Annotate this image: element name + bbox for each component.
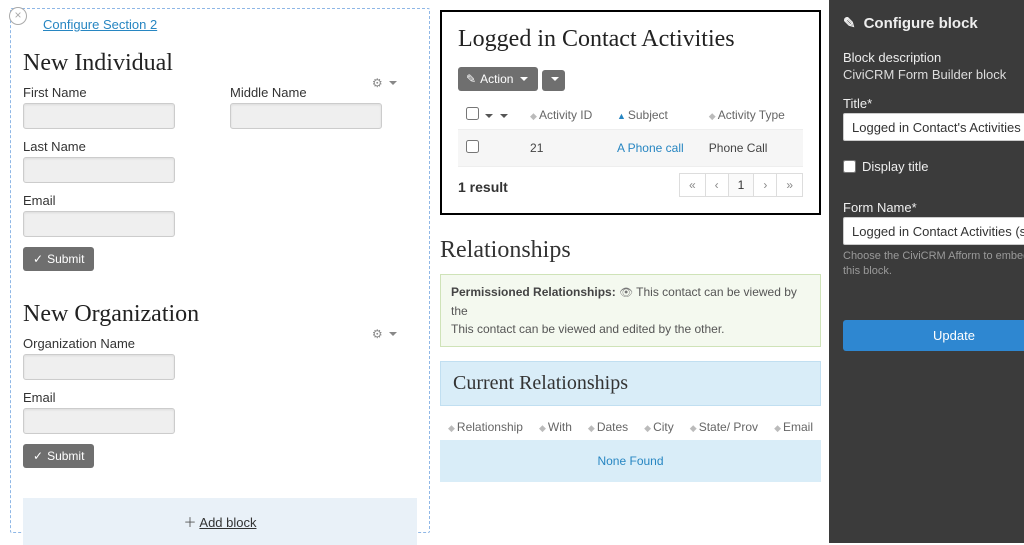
col-dates[interactable]: ◆Dates (580, 414, 636, 440)
org-name-label: Organization Name (23, 336, 417, 351)
ind-email-input[interactable] (23, 211, 175, 237)
last-name-input[interactable] (23, 157, 175, 183)
page-next[interactable]: › (753, 173, 777, 197)
middle-name-input[interactable] (230, 103, 382, 129)
update-button[interactable]: Update (843, 320, 1024, 351)
form-name-label: Form Name* (843, 200, 1024, 215)
ind-email-label: Email (23, 193, 417, 208)
cell-activity-type: Phone Call (701, 130, 803, 167)
activities-block: Logged in Contact Activities ✎ Action ◆A… (440, 10, 821, 215)
panel-title: Configure block (864, 15, 978, 32)
action-button[interactable]: ✎ Action (458, 67, 538, 91)
col-city[interactable]: ◆City (636, 414, 682, 440)
cell-subject-link[interactable]: A Phone call (617, 141, 684, 155)
org-name-input[interactable] (23, 354, 175, 380)
perm-line2: This contact can be viewed and edited by… (451, 322, 725, 336)
eye-icon: 👁 (619, 287, 633, 299)
org-email-label: Email (23, 390, 417, 405)
permissioned-relationships-box: Permissioned Relationships: 👁 This conta… (440, 274, 821, 347)
new-individual-title: New Individual (23, 50, 417, 77)
gear-icon[interactable]: ⚙ (372, 327, 397, 341)
col-email[interactable]: ◆Email (766, 414, 821, 440)
relationships-title: Relationships (440, 237, 821, 264)
add-block-bar[interactable]: ＋ Add block (23, 498, 417, 545)
col-activity-id[interactable]: ◆Activity ID (522, 101, 609, 130)
new-organization-title: New Organization (23, 301, 417, 328)
rel-header-row: ◆Relationship ◆With ◆Dates ◆City ◆State/… (440, 414, 821, 440)
select-all-checkbox[interactable] (466, 107, 479, 120)
title-input[interactable] (843, 113, 1024, 141)
col-state[interactable]: ◆State/ Prov (682, 414, 766, 440)
display-title-label: Display title (862, 159, 928, 174)
form-name-help: Choose the CiviCRM Afform to embed for t… (843, 249, 1024, 280)
first-name-label: First Name (23, 85, 210, 100)
org-submit-button[interactable]: ✓ Submit (23, 444, 94, 468)
configure-block-panel: ✎ Configure block ✕ Block description Ci… (829, 0, 1024, 543)
table-header-row: ◆Activity ID ▲Subject ◆Activity Type (458, 101, 803, 130)
form-name-select[interactable] (843, 217, 1024, 245)
row-checkbox[interactable] (466, 140, 479, 153)
ind-submit-button[interactable]: ✓ Submit (23, 247, 94, 271)
col-with[interactable]: ◆With (531, 414, 580, 440)
gear-icon[interactable]: ⚙ (372, 76, 397, 90)
activities-title: Logged in Contact Activities (458, 26, 803, 53)
close-section-icon[interactable]: × (9, 7, 27, 25)
last-name-label: Last Name (23, 139, 417, 154)
block-description-label: Block description (843, 50, 1024, 65)
table-row: 21 A Phone call Phone Call (458, 130, 803, 167)
activities-table: ◆Activity ID ▲Subject ◆Activity Type 21 … (458, 101, 803, 167)
none-found-row: None Found (440, 440, 821, 482)
col-activity-type[interactable]: ◆Activity Type (701, 101, 803, 130)
page-first[interactable]: « (679, 173, 706, 197)
add-block-link[interactable]: Add block (199, 515, 256, 530)
block-description-value: CiviCRM Form Builder block (843, 67, 1024, 82)
current-relationships-header: Current Relationships (440, 361, 821, 406)
col-relationship[interactable]: ◆Relationship (440, 414, 531, 440)
pagination: «‹1›» (680, 173, 803, 197)
cell-activity-id: 21 (522, 130, 609, 167)
pencil-icon: ✎ (843, 14, 856, 32)
perm-label: Permissioned Relationships: (451, 285, 616, 299)
relationships-table: ◆Relationship ◆With ◆Dates ◆City ◆State/… (440, 414, 821, 440)
configure-section-link[interactable]: Configure Section 2 (43, 17, 157, 32)
first-name-input[interactable] (23, 103, 175, 129)
page-last[interactable]: » (776, 173, 803, 197)
action-caret-button[interactable] (542, 70, 565, 91)
display-title-checkbox[interactable] (843, 160, 856, 173)
org-email-input[interactable] (23, 408, 175, 434)
page-current[interactable]: 1 (728, 173, 755, 197)
col-subject[interactable]: ▲Subject (609, 101, 701, 130)
page-prev[interactable]: ‹ (705, 173, 729, 197)
title-label: Title* (843, 96, 1024, 111)
